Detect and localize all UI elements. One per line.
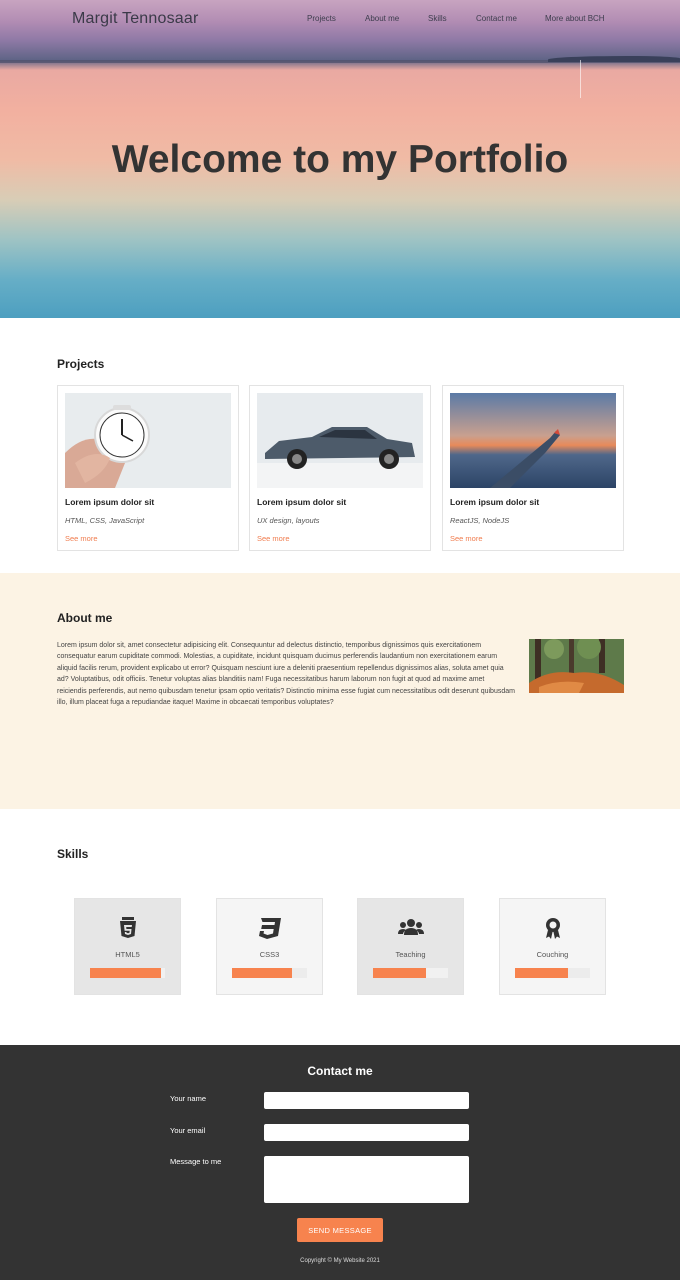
- project-card[interactable]: Lorem ipsum dolor sit ReactJS, NodeJS Se…: [442, 385, 624, 551]
- skill-progress-track: [232, 968, 307, 978]
- main-nav: Projects About me Skills Contact me More…: [0, 14, 680, 28]
- nav-more-about-bch[interactable]: More about BCH: [545, 14, 605, 23]
- skill-progress-fill: [232, 968, 292, 978]
- skill-name: HTML5: [115, 950, 140, 959]
- skill-card-css3: CSS3: [216, 898, 323, 995]
- airplane-wing-photo: [450, 393, 616, 488]
- see-more-link[interactable]: See more: [65, 534, 98, 543]
- html5-icon: [75, 917, 180, 939]
- skill-progress-track: [373, 968, 448, 978]
- message-field[interactable]: [264, 1156, 469, 1203]
- skill-progress-fill: [373, 968, 426, 978]
- projects-heading: Projects: [57, 357, 105, 371]
- alarm-clock-photo: [65, 393, 231, 488]
- email-field[interactable]: [264, 1124, 469, 1141]
- nav-contact[interactable]: Contact me: [476, 14, 517, 23]
- name-field[interactable]: [264, 1092, 469, 1109]
- see-more-link[interactable]: See more: [450, 534, 483, 543]
- project-card[interactable]: Lorem ipsum dolor sit HTML, CSS, JavaScr…: [57, 385, 239, 551]
- fox-photo: [529, 639, 624, 693]
- project-tags: HTML, CSS, JavaScript: [65, 516, 145, 525]
- contact-heading: Contact me: [307, 1064, 373, 1078]
- hero-island: [548, 56, 680, 62]
- skill-progress-track: [515, 968, 590, 978]
- see-more-link[interactable]: See more: [257, 534, 290, 543]
- skills-heading: Skills: [57, 847, 89, 861]
- project-title: Lorem ipsum dolor sit: [65, 497, 155, 507]
- skill-name: Couching: [536, 950, 569, 959]
- skill-card-html5: HTML5: [74, 898, 181, 995]
- email-label: Your email: [170, 1126, 206, 1135]
- skill-progress-fill: [515, 968, 568, 978]
- nav-skills[interactable]: Skills: [428, 14, 447, 23]
- car-photo: [257, 393, 423, 488]
- award-icon: [500, 917, 605, 939]
- css3-icon: [217, 917, 322, 939]
- skill-name: Teaching: [395, 950, 426, 959]
- nav-projects[interactable]: Projects: [307, 14, 336, 23]
- message-label: Message to me: [170, 1157, 222, 1166]
- skill-name: CSS3: [259, 950, 280, 959]
- about-text: Lorem ipsum dolor sit, amet consectetur …: [57, 642, 515, 707]
- project-tags: UX design, layouts: [257, 516, 320, 525]
- send-message-button[interactable]: SEND MESSAGE: [297, 1218, 383, 1242]
- project-card[interactable]: Lorem ipsum dolor sit UX design, layouts…: [249, 385, 431, 551]
- copyright-text: Copyright © My Website 2021: [300, 1258, 380, 1264]
- about-heading: About me: [57, 611, 113, 625]
- name-label: Your name: [170, 1094, 206, 1103]
- skill-progress-track: [90, 968, 165, 978]
- project-title: Lorem ipsum dolor sit: [450, 497, 540, 507]
- skill-card-couching: Couching: [499, 898, 606, 995]
- project-tags: ReactJS, NodeJS: [450, 516, 510, 525]
- hero-title: Welcome to my Portfolio: [111, 138, 569, 181]
- users-icon: [358, 917, 463, 939]
- project-title: Lorem ipsum dolor sit: [257, 497, 347, 507]
- skill-progress-fill: [90, 968, 162, 978]
- nav-about[interactable]: About me: [365, 14, 399, 23]
- hero-post: [580, 60, 581, 98]
- skill-card-teaching: Teaching: [357, 898, 464, 995]
